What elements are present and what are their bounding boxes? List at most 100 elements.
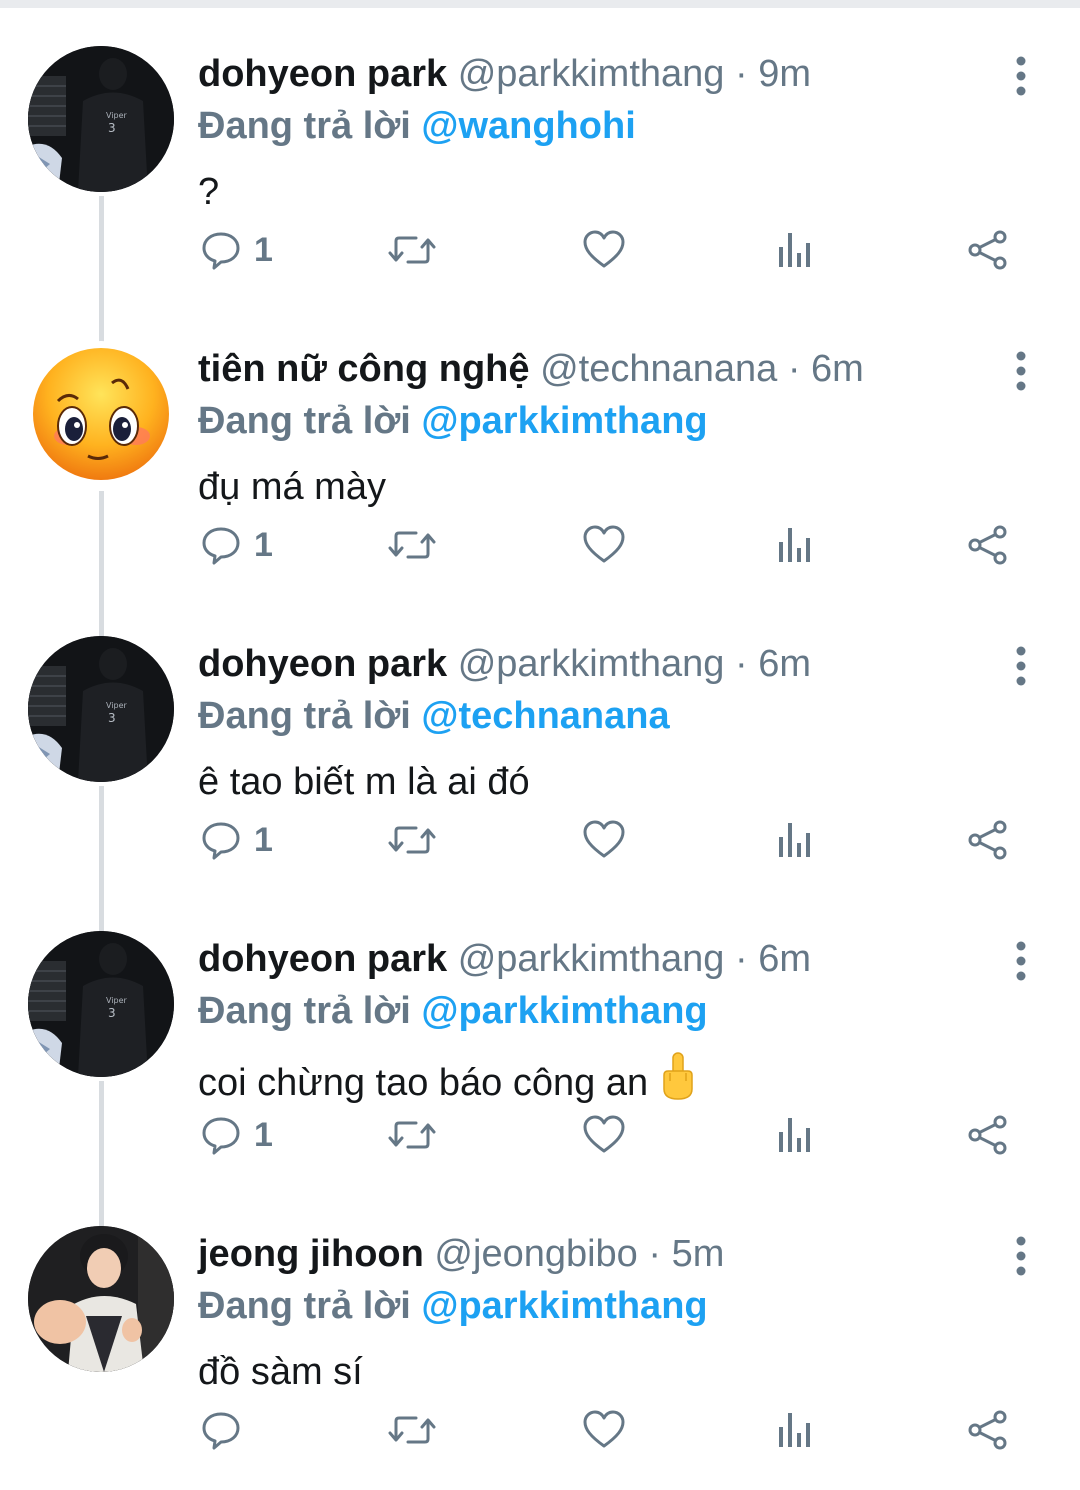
replying-to-label: Đang trả lời	[198, 695, 411, 737]
kebab-menu-icon	[1016, 1236, 1026, 1276]
svg-text:3: 3	[108, 1006, 116, 1020]
retweet-button[interactable]	[386, 812, 438, 868]
retweet-button[interactable]	[386, 517, 438, 573]
display-name[interactable]: jeong jihoon	[198, 1233, 424, 1275]
share-button[interactable]	[966, 1402, 1010, 1458]
tweet[interactable]: tiên nữ công nghệ @technanana · 6m Đang …	[0, 295, 1080, 590]
reply-button[interactable]: 1	[200, 517, 273, 573]
username[interactable]: @parkkimthang	[458, 53, 725, 95]
tweet-actions: 1	[0, 517, 1080, 573]
mention-link[interactable]: @wanghohi	[421, 105, 635, 147]
bar-chart-icon	[779, 1118, 810, 1152]
replying-to-label: Đang trả lời	[198, 1285, 411, 1327]
tweet-actions: 1	[0, 222, 1080, 278]
avatar[interactable]: Viper 3	[28, 636, 174, 782]
retweet-icon	[388, 531, 436, 559]
retweet-button[interactable]	[386, 1107, 438, 1163]
share-button[interactable]	[966, 812, 1010, 868]
views-button[interactable]	[776, 222, 816, 278]
views-button[interactable]	[776, 517, 816, 573]
tweet-actions: 1	[0, 1107, 1080, 1163]
share-icon	[968, 1410, 1007, 1450]
like-button[interactable]	[582, 1107, 626, 1163]
separator-dot: ·	[734, 53, 748, 95]
kebab-menu-icon	[1016, 56, 1026, 96]
username[interactable]: @jeongbibo	[434, 1233, 637, 1275]
heart-icon	[583, 230, 625, 268]
display-name[interactable]: dohyeon park	[198, 938, 447, 980]
replying-to-label: Đang trả lời	[198, 990, 411, 1032]
tweet[interactable]: jeong jihoon @jeongbibo · 5m Đang trả lờ…	[0, 1180, 1080, 1475]
tweet[interactable]: Viper 3 dohyeon park @parkkimthang · 6m …	[0, 590, 1080, 885]
timestamp[interactable]: 9m	[758, 53, 811, 95]
separator-dot: ·	[648, 1233, 662, 1275]
username[interactable]: @parkkimthang	[458, 643, 725, 685]
share-button[interactable]	[966, 1107, 1010, 1163]
mention-link[interactable]: @parkkimthang	[421, 400, 707, 442]
comment-bubble-icon	[202, 822, 240, 860]
separator-dot: ·	[734, 938, 748, 980]
like-button[interactable]	[582, 1402, 626, 1458]
replying-to: Đang trả lời @parkkimthang	[198, 985, 708, 1037]
separator-dot: ·	[787, 348, 801, 390]
share-button[interactable]	[966, 517, 1010, 573]
bar-chart-icon	[779, 528, 810, 562]
tweet-header: dohyeon park @parkkimthang · 9m	[198, 48, 811, 100]
replying-to: Đang trả lời @parkkimthang	[198, 395, 708, 447]
tweet-header: dohyeon park @parkkimthang · 6m	[198, 638, 811, 690]
retweet-button[interactable]	[386, 1402, 438, 1458]
timestamp[interactable]: 6m	[758, 643, 811, 685]
retweet-button[interactable]	[386, 222, 438, 278]
heart-icon	[583, 1115, 625, 1153]
avatar[interactable]: Viper 3	[28, 931, 174, 1077]
display-name[interactable]: dohyeon park	[198, 643, 447, 685]
avatar[interactable]: Viper 3	[28, 46, 174, 192]
mention-link[interactable]: @parkkimthang	[421, 990, 707, 1032]
display-name[interactable]: dohyeon park	[198, 53, 447, 95]
retweet-icon	[388, 1416, 436, 1444]
like-button[interactable]	[582, 517, 626, 573]
reply-button[interactable]	[200, 1402, 254, 1458]
share-icon	[968, 820, 1007, 860]
display-name[interactable]: tiên nữ công nghệ	[198, 348, 530, 390]
more-options-button[interactable]	[1006, 644, 1036, 688]
reply-button[interactable]: 1	[200, 222, 273, 278]
tweet[interactable]: Viper 3 dohyeon park @parkkimthang · 9m …	[0, 0, 1080, 295]
more-options-button[interactable]	[1006, 349, 1036, 393]
views-button[interactable]	[776, 1107, 816, 1163]
mention-link[interactable]: @parkkimthang	[421, 1285, 707, 1327]
reply-button[interactable]: 1	[200, 812, 273, 868]
heart-icon	[583, 1410, 625, 1448]
middle-finger-icon	[663, 1052, 693, 1100]
share-button[interactable]	[966, 222, 1010, 278]
reply-count: 1	[254, 820, 273, 859]
timestamp[interactable]: 6m	[811, 348, 864, 390]
viper-jersey-avatar: Viper 3	[28, 931, 174, 1077]
replying-to: Đang trả lời @parkkimthang	[198, 1280, 708, 1332]
avatar[interactable]	[28, 1226, 174, 1372]
tweet-text: đồ sàm sí	[198, 1351, 363, 1393]
mention-link[interactable]: @technanana	[421, 695, 669, 737]
viper-jersey-avatar: Viper 3	[28, 46, 174, 192]
timestamp[interactable]: 5m	[672, 1233, 725, 1275]
username[interactable]: @technanana	[540, 348, 777, 390]
avatar[interactable]	[28, 341, 174, 487]
more-options-button[interactable]	[1006, 54, 1036, 98]
views-button[interactable]	[776, 1402, 816, 1458]
username[interactable]: @parkkimthang	[458, 938, 725, 980]
retweet-icon	[388, 826, 436, 854]
timestamp[interactable]: 6m	[758, 938, 811, 980]
views-button[interactable]	[776, 812, 816, 868]
svg-text:3: 3	[108, 121, 116, 135]
like-button[interactable]	[582, 812, 626, 868]
kebab-menu-icon	[1016, 646, 1026, 686]
reply-count: 1	[254, 230, 273, 269]
svg-text:Viper: Viper	[106, 111, 128, 120]
more-options-button[interactable]	[1006, 1234, 1036, 1278]
replying-to: Đang trả lời @technanana	[198, 690, 670, 742]
like-button[interactable]	[582, 222, 626, 278]
retweet-icon	[388, 236, 436, 264]
reply-button[interactable]: 1	[200, 1107, 273, 1163]
more-options-button[interactable]	[1006, 939, 1036, 983]
tweet[interactable]: Viper 3 dohyeon park @parkkimthang · 6m …	[0, 885, 1080, 1180]
